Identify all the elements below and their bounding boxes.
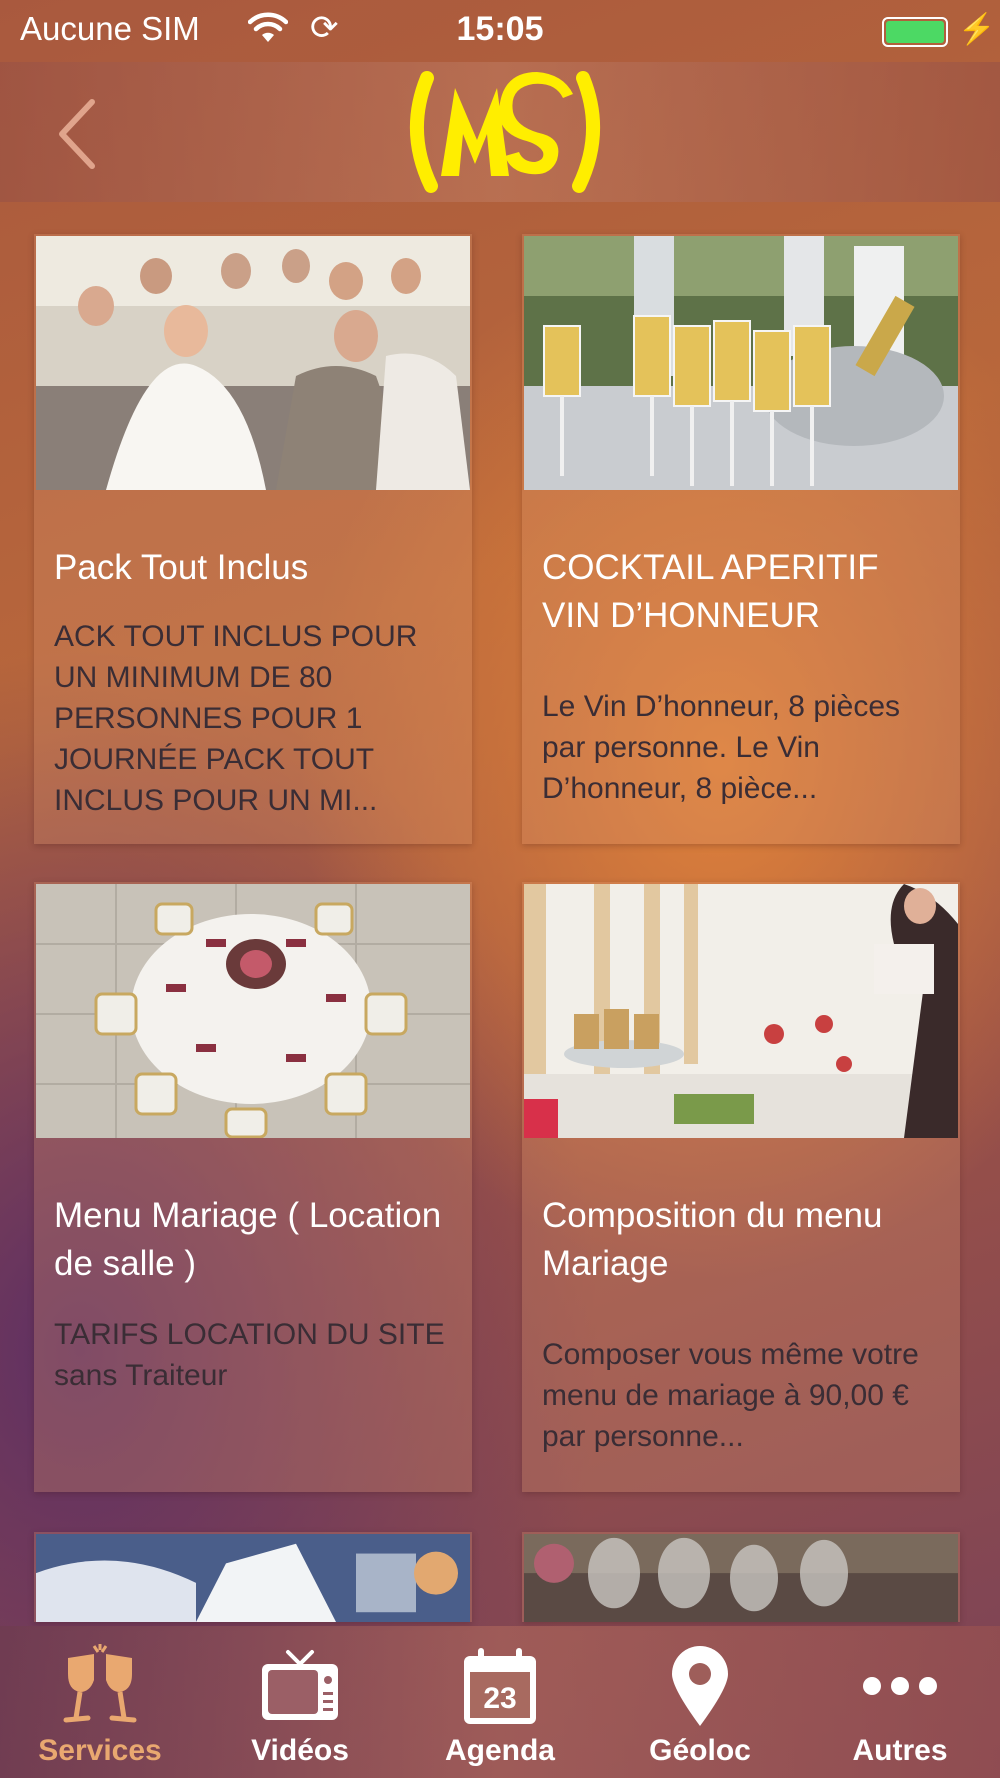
card-title: Pack Tout Inclus bbox=[54, 548, 309, 587]
battery-icon bbox=[882, 17, 948, 47]
wine-glasses-photo bbox=[524, 1534, 958, 1622]
card-title: Menu Mariage ( Location de salle ) bbox=[54, 1196, 442, 1283]
navigation-bar bbox=[0, 62, 1000, 202]
service-card[interactable]: COCKTAIL APERITIF VIN D’HONNEUR Le Vin D… bbox=[522, 234, 960, 844]
tv-icon bbox=[262, 1650, 338, 1720]
card-description: Le Vin D’honneur, 8 pièces par personne.… bbox=[542, 690, 901, 805]
tab-label: Vidéos bbox=[251, 1734, 349, 1767]
service-card[interactable] bbox=[34, 1532, 472, 1622]
calendar-day: 23 bbox=[483, 1682, 516, 1715]
card-description: ACK TOUT INCLUS POUR UN MINIMUM DE 80 PE… bbox=[54, 620, 418, 817]
wedding-party-photo bbox=[36, 236, 470, 490]
card-description: TARIFS LOCATION DU SITE sans Traiteur bbox=[54, 1318, 445, 1392]
service-card[interactable] bbox=[522, 1532, 960, 1622]
card-title: COCKTAIL APERITIF VIN D’HONNEUR bbox=[542, 548, 879, 635]
service-card[interactable]: Pack Tout Inclus ACK TOUT INCLUS POUR UN… bbox=[34, 234, 472, 844]
map-pin-icon bbox=[672, 1646, 728, 1726]
tab-geoloc[interactable]: Géoloc bbox=[600, 1626, 800, 1778]
tab-more[interactable]: Autres bbox=[800, 1626, 1000, 1778]
chevron-left-icon[interactable] bbox=[50, 96, 110, 172]
tab-label: Services bbox=[38, 1734, 162, 1767]
buffet-desserts-photo bbox=[524, 884, 958, 1138]
tab-label: Autres bbox=[852, 1734, 948, 1767]
cheers-glasses-icon bbox=[63, 1644, 137, 1723]
status-bar: Aucune SIM ⟳ 15:05 ⚡ bbox=[0, 0, 1000, 62]
champagne-glasses-photo bbox=[524, 236, 958, 490]
more-dots-icon bbox=[863, 1677, 937, 1695]
service-card[interactable]: Menu Mariage ( Location de salle ) TARIF… bbox=[34, 882, 472, 1492]
tab-agenda[interactable]: 23 Agenda bbox=[400, 1626, 600, 1778]
service-card[interactable]: Composition du menu Mariage Composer vou… bbox=[522, 882, 960, 1492]
clock: 15:05 bbox=[456, 10, 544, 48]
charging-icon: ⚡ bbox=[958, 13, 996, 46]
card-description: Composer vous même votre menu de mariage… bbox=[542, 1338, 919, 1453]
tab-services[interactable]: Services bbox=[0, 1626, 200, 1778]
round-banquet-table-photo bbox=[36, 884, 470, 1138]
tab-label: Agenda bbox=[444, 1734, 555, 1767]
card-title: Composition du menu Mariage bbox=[542, 1196, 883, 1283]
tab-videos[interactable]: Vidéos bbox=[200, 1626, 400, 1778]
tab-label: Géoloc bbox=[649, 1734, 751, 1767]
table-setting-photo bbox=[36, 1534, 470, 1622]
app-logo bbox=[405, 68, 605, 196]
tab-bar: Services Vidéos 23 Agenda Géoloc Autres bbox=[0, 1626, 1000, 1778]
calendar-icon: 23 bbox=[464, 1648, 536, 1724]
